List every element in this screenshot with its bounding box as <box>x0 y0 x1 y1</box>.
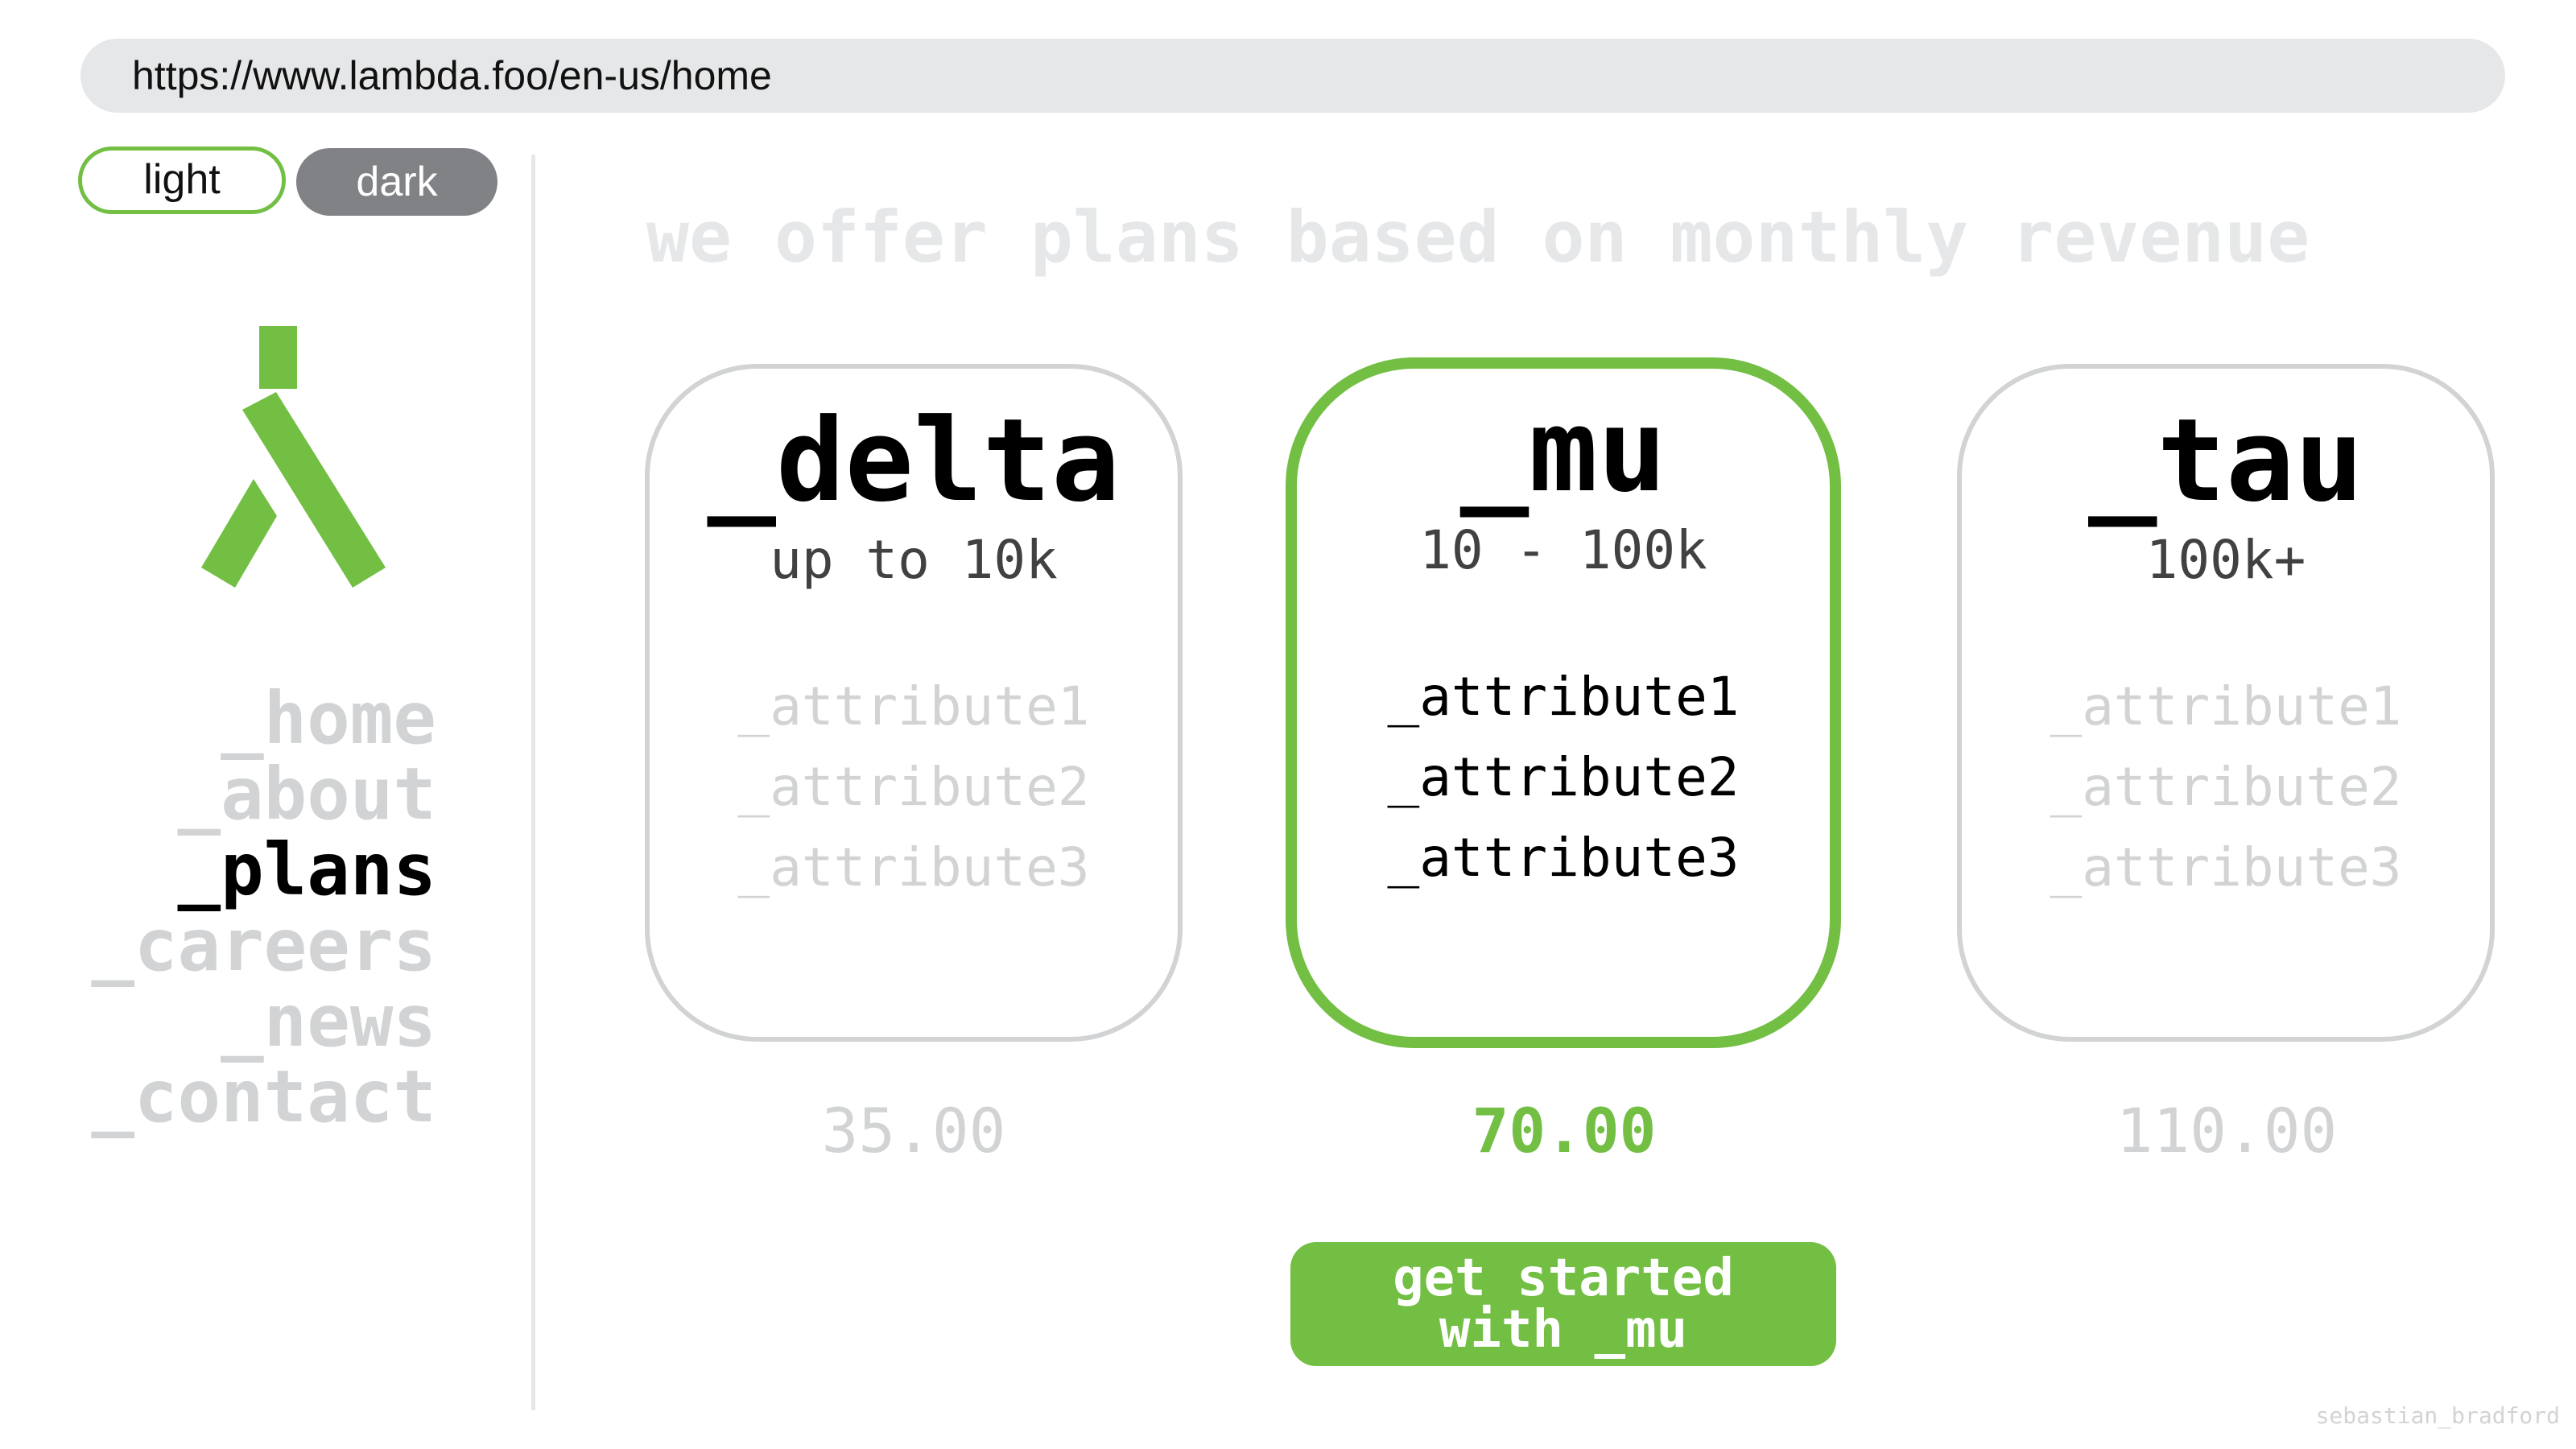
plan-attribute: _attribute3 <box>2050 836 2402 898</box>
nav-item-about[interactable]: _about <box>91 756 437 832</box>
plan-price-delta: 35.00 <box>821 1095 1006 1166</box>
plan-price-tau: 110.00 <box>2116 1095 2338 1166</box>
plan-price-mu: 70.00 <box>1472 1095 1657 1166</box>
plan-attributes: _attribute1 _attribute2 _attribute3 <box>1962 667 2490 908</box>
sidebar-divider <box>531 155 535 1410</box>
plan-card-mu[interactable]: _mu 10 - 100k _attribute1 _attribute2 _a… <box>1286 357 1841 1048</box>
dark-theme-toggle[interactable]: dark <box>296 148 497 216</box>
nav-item-plans[interactable]: _plans <box>91 832 437 907</box>
plan-attribute: _attribute2 <box>2050 756 2402 818</box>
plan-attribute: _attribute3 <box>1387 827 1740 889</box>
plan-name: _tau <box>2088 394 2363 527</box>
plan-card-tau[interactable]: _tau 100k+ _attribute1 _attribute2 _attr… <box>1957 364 2495 1042</box>
lambda-logo-icon[interactable] <box>201 326 386 591</box>
nav-item-home[interactable]: _home <box>91 680 436 756</box>
plan-attribute: _attribute2 <box>1387 746 1740 808</box>
get-started-label: get started with _mu <box>1393 1249 1734 1360</box>
plan-attribute: _attribute3 <box>737 836 1090 898</box>
plan-attribute: _attribute1 <box>737 675 1090 737</box>
nav-item-news[interactable]: _news <box>91 983 436 1059</box>
plan-attribute: _attribute1 <box>1387 666 1740 728</box>
plan-attributes: _attribute1 _attribute2 _attribute3 <box>1297 657 1830 898</box>
nav-item-careers[interactable]: _careers <box>91 907 436 983</box>
address-bar[interactable]: https://www.lambda.foo/en-us/home <box>80 39 2505 113</box>
plan-range: 100k+ <box>2145 529 2306 591</box>
plan-attributes: _attribute1 _attribute2 _attribute3 <box>650 667 1178 908</box>
plan-attribute: _attribute2 <box>737 756 1090 818</box>
main-nav: _home _about _plans _careers _news _cont… <box>91 680 436 1134</box>
url-text: https://www.lambda.foo/en-us/home <box>132 53 772 98</box>
light-theme-toggle[interactable]: light <box>78 147 286 214</box>
plan-range: up to 10k <box>770 529 1058 591</box>
get-started-button[interactable]: get started with _mu <box>1290 1242 1836 1366</box>
plan-card-delta[interactable]: _delta up to 10k _attribute1 _attribute2… <box>645 364 1183 1042</box>
plan-attribute: _attribute1 <box>2050 675 2402 737</box>
plan-name: _mu <box>1459 385 1667 518</box>
author-credit: sebastian_bradford <box>2315 1402 2560 1429</box>
nav-item-contact[interactable]: _contact <box>91 1059 436 1134</box>
plan-name: _delta <box>707 394 1121 527</box>
page-headline: we offer plans based on monthly revenue <box>646 196 2310 279</box>
plan-range: 10 - 100k <box>1419 519 1707 581</box>
